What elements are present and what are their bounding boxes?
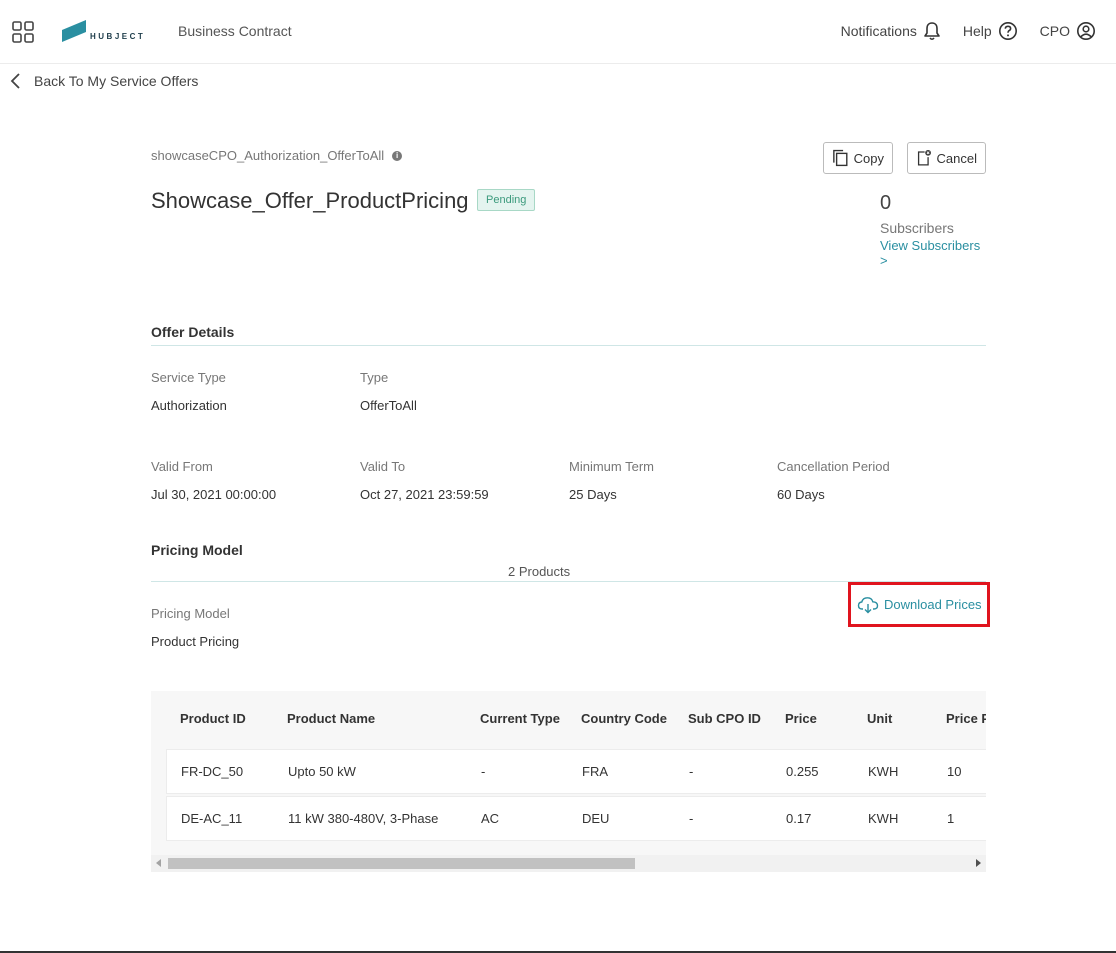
hubject-logo[interactable]: HUBJECT — [62, 20, 145, 42]
cancel-button[interactable]: Cancel — [907, 142, 986, 174]
table-cell: KWH — [868, 764, 899, 779]
products-count: 2 Products — [508, 564, 571, 579]
help-label: Help — [962, 23, 992, 39]
hubject-logo-mark-icon — [62, 20, 86, 42]
table-cell: - — [481, 764, 486, 779]
valid-from-label: Valid From — [151, 459, 213, 474]
notifications-button[interactable]: Notifications — [841, 21, 941, 41]
back-link[interactable]: Back To My Service Offers — [10, 72, 198, 90]
cloud-download-icon — [857, 596, 879, 613]
user-circle-icon — [1077, 22, 1095, 40]
cancel-label: Cancel — [936, 150, 977, 166]
apps-grid-icon[interactable] — [12, 21, 34, 43]
offer-details-title: Offer Details — [151, 324, 235, 340]
table-cell: 0.255 — [786, 764, 819, 779]
logo-text: HUBJECT — [90, 32, 146, 41]
table-horizontal-scrollbar[interactable] — [151, 855, 986, 872]
table-row[interactable]: FR-DC_50 Upto 50 kW - FRA - 0.255 KWH 10 — [166, 749, 986, 794]
chevron-left-icon — [10, 73, 20, 89]
column-header[interactable]: Product ID — [180, 711, 246, 726]
table-cell: KWH — [868, 811, 899, 826]
offer-code-text: showcaseCPO_Authorization_OfferToAll — [151, 148, 385, 163]
column-header[interactable]: Sub CPO ID — [688, 711, 761, 726]
pricing-model-title: Pricing Model — [151, 542, 243, 558]
top-bar: HUBJECT Business Contract Notifications … — [0, 0, 1116, 64]
minimum-term-value: 25 Days — [569, 487, 617, 502]
service-type-value: Authorization — [151, 398, 227, 413]
header-nav: Notifications Help CPO — [819, 20, 1096, 42]
user-menu-button[interactable]: CPO — [1040, 21, 1096, 41]
table-cell: - — [689, 811, 694, 826]
scrollbar-thumb[interactable] — [168, 858, 635, 869]
info-icon[interactable]: i — [392, 150, 403, 161]
table-cell: DE-AC_11 — [181, 811, 243, 826]
offer-name: Showcase_Offer_ProductPricing — [151, 188, 469, 213]
table-cell: DEU — [582, 811, 610, 826]
column-header[interactable]: Country Code — [581, 711, 667, 726]
type-label: Type — [360, 370, 389, 385]
column-header[interactable]: Product Name — [287, 711, 375, 726]
copy-label: Copy — [853, 150, 884, 166]
table-cell: 1 — [947, 811, 955, 826]
table-cell: 0.17 — [786, 811, 812, 826]
help-button[interactable]: Help — [963, 21, 1018, 41]
column-header[interactable]: Price — [785, 711, 817, 726]
cancellation-period-value: 60 Days — [777, 487, 825, 502]
valid-from-value: Jul 30, 2021 00:00:00 — [151, 487, 277, 502]
table-cell: 11 kW 380-480V, 3-Phase — [288, 811, 439, 826]
column-header[interactable]: Unit — [867, 711, 892, 726]
products-table: Product ID Product Name Current Type Cou… — [151, 691, 986, 871]
cancellation-period-label: Cancellation Period — [777, 459, 890, 474]
column-header[interactable]: Price P — [946, 711, 986, 726]
scroll-right-arrow-icon[interactable] — [976, 859, 981, 867]
copy-icon — [833, 149, 848, 167]
type-value: OfferToAll — [360, 398, 417, 413]
pricing-model-label: Pricing Model — [151, 606, 230, 621]
table-row[interactable]: DE-AC_11 11 kW 380-480V, 3-Phase AC DEU … — [166, 796, 986, 841]
cancel-document-icon — [917, 149, 931, 166]
status-badge: Pending — [477, 189, 536, 211]
minimum-term-label: Minimum Term — [569, 459, 654, 474]
table-header: Product ID Product Name Current Type Cou… — [151, 691, 986, 746]
subscribers-count: 0 — [880, 192, 892, 214]
notifications-label: Notifications — [840, 23, 917, 39]
table-cell: Upto 50 kW — [288, 764, 356, 779]
offer-details-divider — [151, 345, 986, 346]
pricing-model-value: Product Pricing — [151, 634, 240, 649]
table-cell: - — [689, 764, 694, 779]
valid-to-label: Valid To — [360, 459, 406, 474]
service-type-label: Service Type — [151, 370, 226, 385]
table-cell: FRA — [582, 764, 608, 779]
subscribers-label: Subscribers — [880, 220, 954, 236]
back-link-label: Back To My Service Offers — [34, 73, 199, 89]
scroll-left-arrow-icon[interactable] — [156, 859, 161, 867]
download-prices-label: Download Prices — [884, 597, 982, 612]
valid-to-value: Oct 27, 2021 23:59:59 — [360, 487, 489, 502]
app-title: Business Contract — [178, 23, 292, 39]
help-circle-icon — [998, 22, 1017, 40]
bell-icon — [924, 22, 940, 41]
download-prices-button[interactable]: Download Prices — [848, 582, 990, 627]
user-label: CPO — [1039, 23, 1070, 39]
table-cell: 10 — [947, 764, 962, 779]
column-header[interactable]: Current Type — [480, 711, 560, 726]
offer-code: showcaseCPO_Authorization_OfferToAll i — [151, 148, 403, 163]
table-cell: AC — [481, 811, 500, 826]
table-cell: FR-DC_50 — [181, 764, 244, 779]
view-subscribers-link[interactable]: View Subscribers > — [880, 238, 986, 268]
copy-button[interactable]: Copy — [823, 142, 893, 174]
